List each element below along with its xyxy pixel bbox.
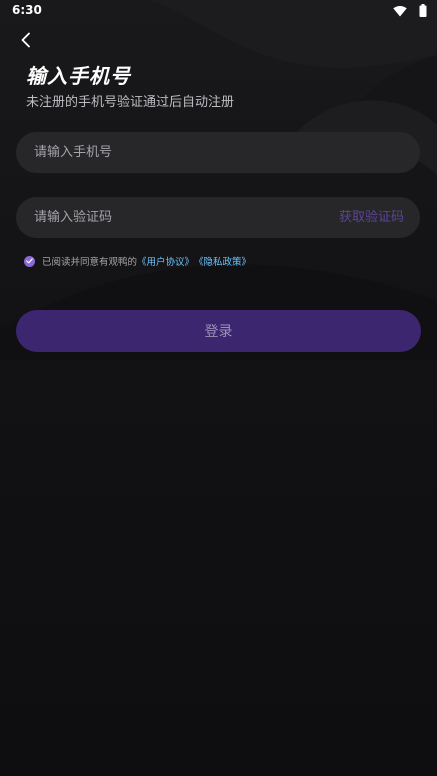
- user-agreement-link[interactable]: 《用户协议》: [137, 254, 194, 268]
- chevron-left-icon: [21, 32, 30, 48]
- check-icon: [26, 258, 33, 264]
- status-bar: 6:30: [0, 0, 437, 22]
- status-time: 6:30: [12, 3, 42, 17]
- login-screen: 6:30 输入手机号 未注册的手机号验证通过后自动注册 获取验证码: [0, 0, 437, 776]
- phone-input[interactable]: [34, 132, 404, 173]
- privacy-policy-link[interactable]: 《隐私政策》: [194, 254, 251, 268]
- wifi-icon: [393, 6, 407, 17]
- page-title: 输入手机号: [26, 64, 131, 88]
- back-button[interactable]: [12, 26, 40, 54]
- agreement-checkbox[interactable]: [24, 255, 35, 267]
- verification-code-input[interactable]: [34, 197, 314, 238]
- status-icons: [393, 4, 427, 18]
- agreement-row: 已阅读并同意有观鸭的 《用户协议》 《隐私政策》: [24, 254, 251, 268]
- login-button[interactable]: 登录: [16, 310, 421, 352]
- get-code-button[interactable]: 获取验证码: [339, 197, 404, 238]
- battery-icon: [419, 4, 427, 17]
- code-field: 获取验证码: [16, 197, 420, 238]
- agreement-text: 已阅读并同意有观鸭的: [42, 257, 138, 268]
- background-swirl: [0, 0, 437, 360]
- page-subtitle: 未注册的手机号验证通过后自动注册: [26, 95, 235, 110]
- phone-field: [16, 132, 420, 173]
